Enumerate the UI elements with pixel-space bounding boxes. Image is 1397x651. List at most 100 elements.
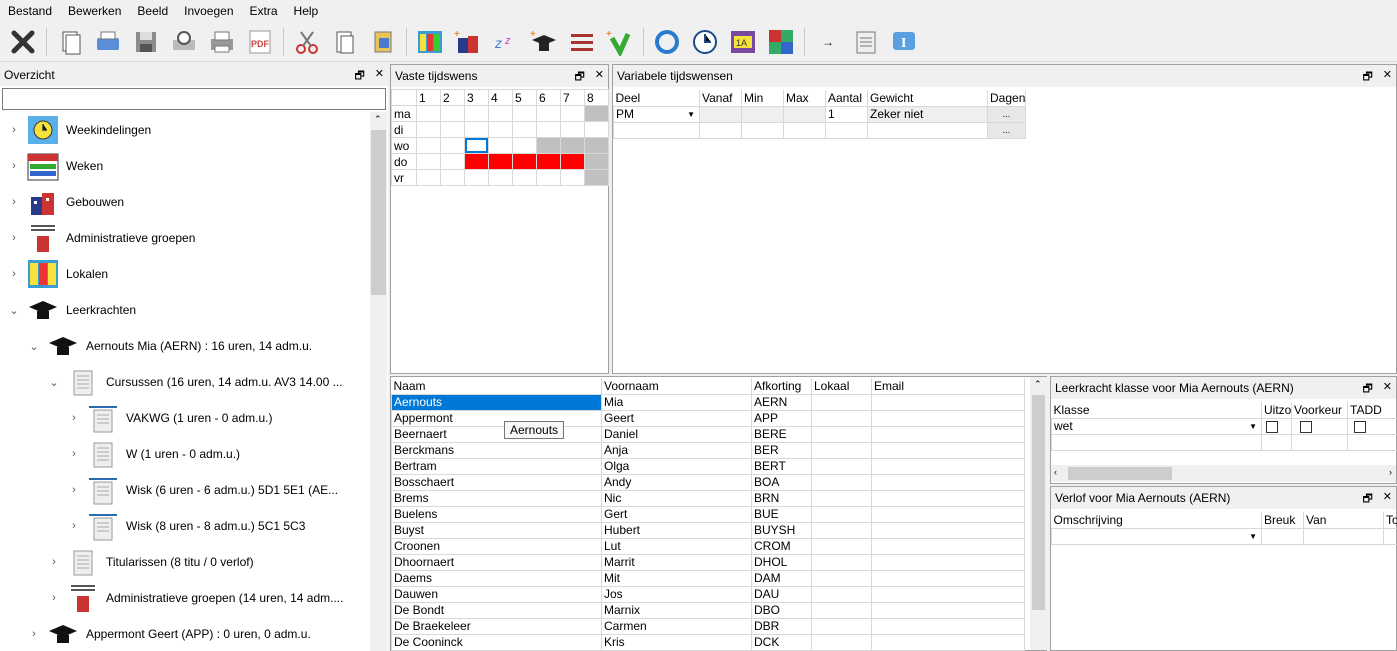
lokaal-cell[interactable] — [811, 585, 872, 603]
col-breuk[interactable]: Breuk — [1261, 512, 1304, 528]
email-cell[interactable] — [871, 553, 1025, 571]
wish-cell[interactable] — [488, 121, 513, 138]
klasse-hscrollbar[interactable]: ‹ › — [1051, 465, 1396, 482]
wish-cell[interactable] — [584, 121, 609, 138]
table-row[interactable]: Dauwen Jos DAU — [391, 585, 1025, 603]
wish-cell[interactable] — [512, 137, 537, 154]
voornaam-cell[interactable]: Anja — [601, 441, 752, 459]
day-row[interactable]: di — [391, 121, 609, 138]
email-cell[interactable] — [871, 473, 1025, 491]
day-row[interactable]: wo — [391, 137, 609, 154]
table-row[interactable]: De Braekeleer Carmen DBR — [391, 617, 1025, 635]
wish-cell[interactable] — [464, 153, 489, 170]
tree-item[interactable]: › Gebouwen — [8, 184, 124, 220]
chevron-down-icon[interactable]: ⌄ — [8, 304, 20, 317]
voornaam-cell[interactable]: Mia — [601, 393, 752, 411]
chevron-right-icon[interactable]: › — [68, 412, 80, 424]
lokaal-cell[interactable] — [811, 505, 872, 523]
email-cell[interactable] — [871, 633, 1025, 651]
lokaal-cell[interactable] — [811, 617, 872, 635]
info-icon[interactable]: I — [889, 27, 919, 57]
clock-icon[interactable] — [690, 27, 720, 57]
col-email[interactable]: Email — [871, 378, 1025, 394]
wish-cell[interactable] — [560, 137, 585, 154]
chevron-right-icon[interactable]: › — [8, 160, 20, 172]
table-row[interactable]: Beernaert Daniel BERE — [391, 425, 1025, 443]
chevron-right-icon[interactable]: › — [8, 124, 20, 136]
afkorting-cell[interactable]: AERN — [751, 393, 812, 411]
col-to[interactable]: To — [1383, 512, 1397, 528]
wish-cell[interactable] — [584, 137, 609, 154]
wish-cell[interactable] — [584, 105, 609, 122]
restore-icon[interactable]: 🗗 — [574, 68, 584, 87]
wish-cell[interactable] — [560, 153, 585, 170]
naam-cell[interactable]: De Cooninck — [391, 633, 602, 651]
wish-cell[interactable] — [416, 137, 441, 154]
col-voorkeur[interactable]: Voorkeur — [1291, 402, 1348, 418]
col-deel[interactable]: Deel — [613, 90, 700, 106]
min-cell[interactable] — [741, 105, 784, 123]
email-cell[interactable] — [871, 585, 1025, 603]
col-van[interactable]: Van — [1303, 512, 1384, 528]
email-cell[interactable] — [871, 505, 1025, 523]
wish-cell[interactable] — [560, 169, 585, 186]
voornaam-cell[interactable]: Kris — [601, 633, 752, 651]
table-row[interactable]: Aernouts Mia AERN — [391, 393, 1025, 411]
table-row[interactable]: De Cooninck Kris DCK — [391, 633, 1025, 651]
afkorting-cell[interactable]: APP — [751, 409, 812, 427]
wish-cell[interactable] — [464, 137, 489, 154]
col-omschrijving[interactable]: Omschrijving — [1051, 512, 1262, 528]
wish-cell[interactable] — [416, 169, 441, 186]
naam-cell[interactable]: Daems — [391, 569, 602, 587]
afkorting-cell[interactable]: DAM — [751, 569, 812, 587]
close-icon[interactable]: ✕ — [375, 67, 384, 86]
wish-cell[interactable] — [440, 105, 465, 122]
max-cell[interactable] — [783, 105, 826, 123]
email-cell[interactable] — [871, 537, 1025, 555]
wish-cell[interactable] — [536, 137, 561, 154]
wish-cell[interactable] — [416, 121, 441, 138]
email-cell[interactable] — [871, 601, 1025, 619]
naam-cell[interactable]: Appermont — [391, 409, 602, 427]
menu-bewerken[interactable]: Bewerken — [60, 4, 129, 18]
col-afkorting[interactable]: Afkorting — [751, 378, 812, 394]
lokaal-cell[interactable] — [811, 457, 872, 475]
tree-item[interactable]: › Titularissen (8 titu / 0 verlof) — [48, 544, 254, 580]
gewicht-cell[interactable] — [867, 121, 988, 139]
voornaam-cell[interactable]: Carmen — [601, 617, 752, 635]
lokaal-cell[interactable] — [811, 553, 872, 571]
afkorting-cell[interactable]: BER — [751, 441, 812, 459]
wish-cell[interactable] — [536, 169, 561, 186]
naam-cell[interactable]: Croonen — [391, 537, 602, 555]
omschrijving-select[interactable]: ▼ — [1051, 527, 1262, 545]
table-row[interactable]: Appermont Geert APP — [391, 409, 1025, 427]
tree-item[interactable]: ⌄ Leerkrachten — [8, 292, 136, 328]
col-klasse[interactable]: Klasse — [1051, 402, 1262, 418]
chevron-down-icon[interactable]: ▼ — [1249, 422, 1257, 431]
table-row[interactable]: Bosschaert Andy BOA — [391, 473, 1025, 491]
lokaal-cell[interactable] — [811, 425, 872, 443]
afkorting-cell[interactable]: BUE — [751, 505, 812, 523]
printer-icon[interactable] — [207, 27, 237, 57]
menu-help[interactable]: Help — [286, 4, 327, 18]
klasse-table[interactable]: Klasse Uitzo Voorkeur TADD wet ▼ — [1051, 402, 1397, 451]
teacher-add-icon[interactable]: + — [529, 27, 559, 57]
afkorting-cell[interactable]: DCK — [751, 633, 812, 651]
table-row[interactable]: Buyst Hubert BUYSH — [391, 521, 1025, 539]
voornaam-cell[interactable]: Jos — [601, 585, 752, 603]
naam-cell[interactable]: Bertram — [391, 457, 602, 475]
chevron-right-icon[interactable]: › — [68, 484, 80, 496]
buildings-add-icon[interactable]: + — [453, 27, 483, 57]
menu-extra[interactable]: Extra — [242, 4, 286, 18]
dagen-button[interactable]: ... — [987, 105, 1026, 123]
wish-cell[interactable] — [536, 153, 561, 170]
day-row[interactable]: do — [391, 153, 609, 170]
lokaal-cell[interactable] — [811, 537, 872, 555]
lokaal-cell[interactable] — [811, 441, 872, 459]
chevron-right-icon[interactable]: › — [8, 196, 20, 208]
wish-cell[interactable] — [440, 121, 465, 138]
lokaal-cell[interactable] — [811, 633, 872, 651]
notepad-icon[interactable] — [851, 27, 881, 57]
naam-cell[interactable]: Buelens — [391, 505, 602, 523]
chevron-right-icon[interactable]: › — [8, 232, 20, 244]
